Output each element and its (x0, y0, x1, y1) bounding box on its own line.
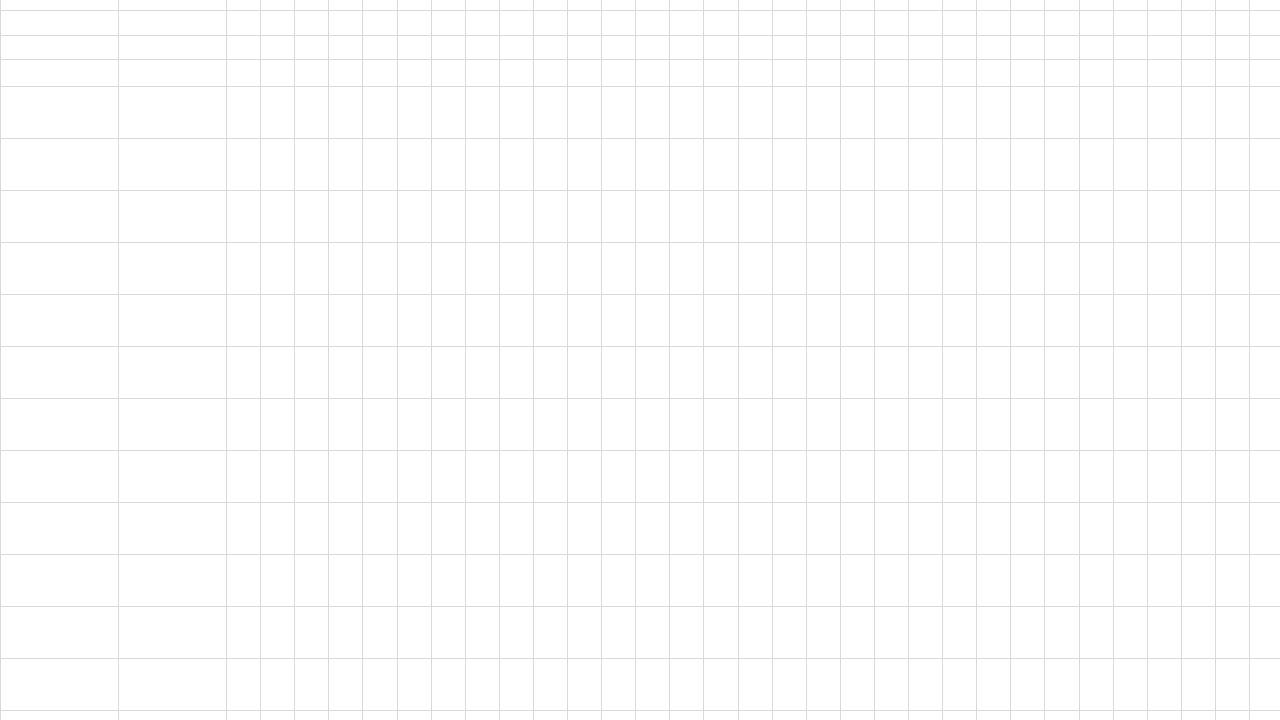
gantt-spreadsheet[interactable] (0, 0, 1280, 720)
